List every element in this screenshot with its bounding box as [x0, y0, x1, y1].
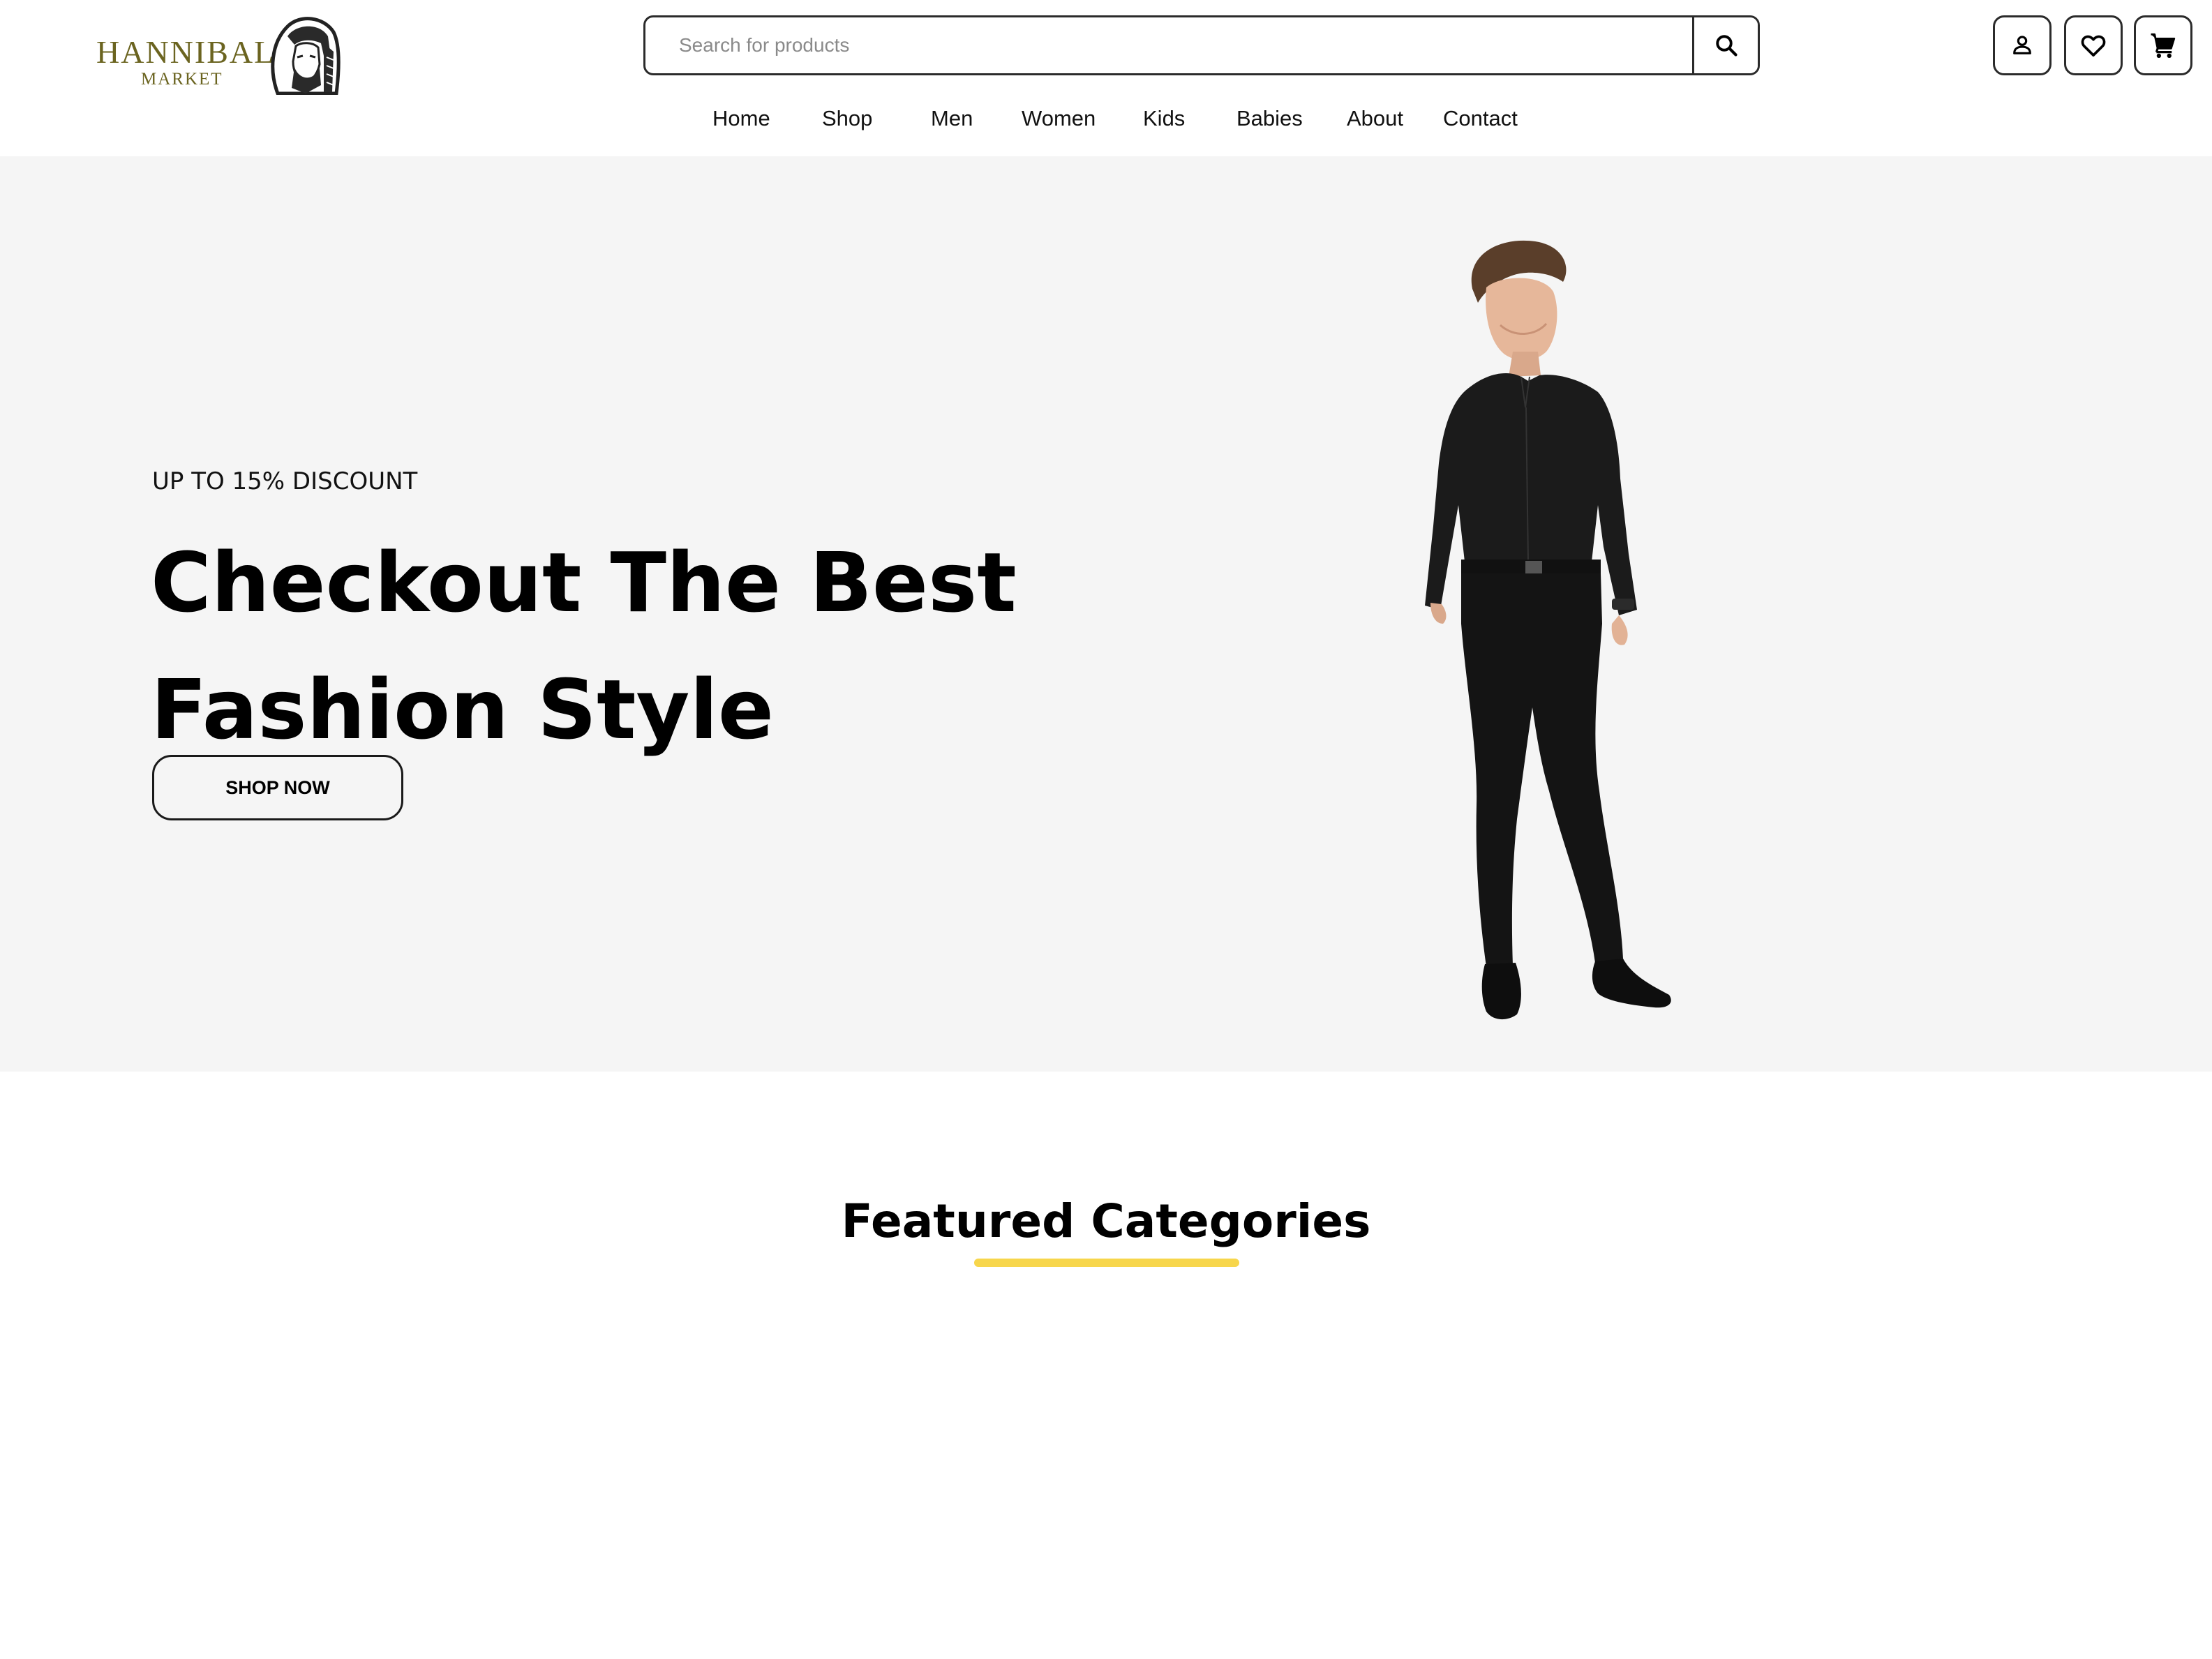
site-logo[interactable]: HANNIBAL MARKET	[96, 15, 341, 96]
logo-name: HANNIBAL	[96, 34, 276, 70]
nav-item-women[interactable]: Women	[1022, 106, 1096, 131]
cart-button[interactable]	[2134, 15, 2192, 75]
hero-title-line-1: Checkout The Best	[151, 534, 1017, 631]
hero-title: Checkout The Best Fashion Style	[151, 519, 1197, 773]
hero-model-image	[1425, 240, 1671, 1020]
warrior-head-logo-icon	[271, 17, 341, 95]
site-header: HANNIBAL MARKET Search for products Home…	[0, 0, 2212, 156]
cart-icon	[2151, 33, 2176, 59]
nav-item-about[interactable]: About	[1347, 106, 1403, 131]
nav-item-kids[interactable]: Kids	[1143, 106, 1185, 131]
hero-discount-text: UP TO 15% DISCOUNT	[152, 467, 418, 495]
account-button[interactable]	[1993, 15, 2052, 75]
logo-subtitle: MARKET	[141, 70, 223, 89]
featured-title-underline	[974, 1259, 1239, 1267]
search-icon	[1715, 35, 1738, 57]
wishlist-button[interactable]	[2064, 15, 2123, 75]
nav-item-shop[interactable]: Shop	[822, 106, 872, 131]
featured-categories-title: Featured Categories	[841, 1194, 1371, 1248]
nav-item-babies[interactable]: Babies	[1236, 106, 1303, 131]
main-nav: Home Shop Men Women Kids Babies About Co…	[0, 106, 2212, 141]
search-button[interactable]	[1692, 17, 1758, 73]
search-bar	[643, 15, 1760, 75]
hero-banner: UP TO 15% DISCOUNT Checkout The Best Fas…	[0, 156, 2212, 1072]
nav-item-men[interactable]: Men	[931, 106, 973, 131]
shop-now-button[interactable]: SHOP NOW	[152, 755, 403, 820]
heart-icon	[2081, 35, 2106, 57]
search-input[interactable]	[645, 17, 1695, 73]
nav-item-contact[interactable]: Contact	[1443, 106, 1518, 131]
user-icon	[2013, 36, 2031, 54]
nav-item-home[interactable]: Home	[712, 106, 770, 131]
hero-title-line-2: Fashion Style	[151, 661, 774, 758]
